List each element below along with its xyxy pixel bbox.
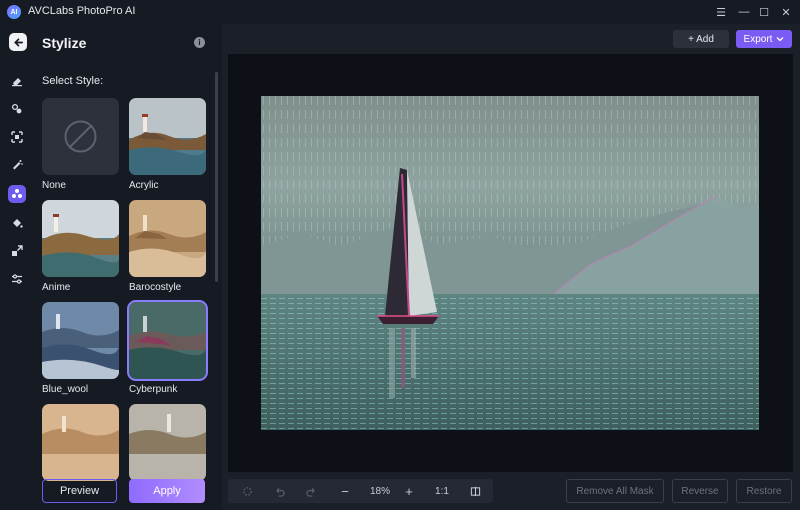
actual-size-button[interactable]: 1:1 <box>430 482 454 500</box>
style-label-cyberpunk: Cyberpunk <box>129 384 178 395</box>
canvas-toolbar: − 18% + 1:1 <box>228 479 493 503</box>
maximize-icon[interactable]: ☐ <box>755 3 773 21</box>
style-tile-barocostyle[interactable] <box>129 200 206 277</box>
style-label-barocostyle: Barocostyle <box>129 282 182 293</box>
stylize-panel: Stylize i Select Style: None Acrylic Ani… <box>34 24 220 510</box>
zoom-out-button[interactable]: − <box>336 482 354 500</box>
stylize-icon[interactable] <box>8 185 26 203</box>
style-label-none: None <box>42 180 66 191</box>
info-icon[interactable]: i <box>194 37 205 48</box>
style-label-anime: Anime <box>42 282 71 293</box>
style-tile-anime[interactable] <box>42 200 119 277</box>
back-arrow-icon[interactable] <box>9 33 27 51</box>
image-canvas[interactable] <box>228 54 793 472</box>
title-bar: AI AVCLabs PhotoPro AI ☰ — ☐ ✕ <box>0 0 800 24</box>
style-tile-acrylic[interactable] <box>129 98 206 175</box>
apply-button[interactable]: Apply <box>129 479 205 503</box>
zoom-in-button[interactable]: + <box>400 482 418 500</box>
menu-icon[interactable]: ☰ <box>712 3 730 21</box>
style-grid: None Acrylic Anime Barocostyle Blue_wool… <box>34 96 220 496</box>
reverse-button[interactable]: Reverse <box>672 479 728 503</box>
adjust-icon[interactable] <box>8 270 26 288</box>
select-style-label: Select Style: <box>42 75 104 87</box>
enhance-icon[interactable] <box>8 156 26 174</box>
style-tile-blue-wool[interactable] <box>42 302 119 379</box>
expand-icon[interactable] <box>8 128 26 146</box>
close-icon[interactable]: ✕ <box>777 3 795 21</box>
minimize-icon[interactable]: — <box>735 3 753 21</box>
style-tile-none[interactable] <box>42 98 119 175</box>
face-swap-icon[interactable] <box>8 100 26 118</box>
undo-icon[interactable] <box>270 482 288 500</box>
style-tile-8[interactable] <box>129 404 206 481</box>
app-logo-icon: AI <box>7 5 21 19</box>
style-label-acrylic: Acrylic <box>129 180 159 191</box>
add-button[interactable]: + Add <box>673 30 729 48</box>
chevron-down-icon <box>776 34 784 45</box>
style-tile-7[interactable] <box>42 404 119 481</box>
export-label: Export <box>743 33 773 45</box>
select-region-icon[interactable] <box>238 482 256 500</box>
resize-icon[interactable] <box>8 242 26 260</box>
compare-icon[interactable] <box>466 482 484 500</box>
paint-bucket-icon[interactable] <box>8 214 26 232</box>
tool-rail <box>0 24 34 510</box>
restore-button[interactable]: Restore <box>736 479 792 503</box>
redo-icon[interactable] <box>302 482 320 500</box>
main-workspace: + Add Export − 18% + 1:1 Remove All Mask… <box>222 24 800 510</box>
eraser-icon[interactable] <box>8 72 26 90</box>
export-button[interactable]: Export <box>736 30 792 48</box>
zoom-level: 18% <box>369 485 390 497</box>
app-title: AVCLabs PhotoPro AI <box>28 5 136 17</box>
remove-all-mask-button[interactable]: Remove All Mask <box>566 479 664 503</box>
preview-button[interactable]: Preview <box>42 479 117 503</box>
style-label-blue-wool: Blue_wool <box>42 384 89 395</box>
panel-title: Stylize <box>42 35 87 51</box>
style-tile-cyberpunk[interactable] <box>127 300 208 381</box>
stylized-photo <box>261 96 759 430</box>
